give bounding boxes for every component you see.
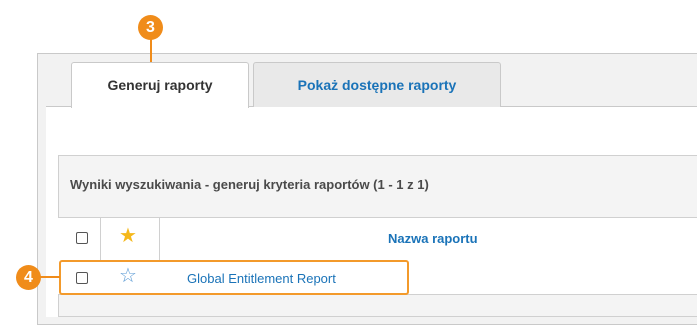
- select-all-checkbox[interactable]: [76, 232, 88, 244]
- table-header: [58, 217, 697, 262]
- tab-generate-reports[interactable]: Generuj raporty: [71, 62, 249, 108]
- results-title: Wyniki wyszukiwania - generuj kryteria r…: [70, 177, 429, 192]
- column-header-report-name[interactable]: Nazwa raportu: [388, 231, 478, 246]
- callout-badge-4: 4: [16, 265, 41, 290]
- row-highlight: [59, 260, 409, 295]
- tab-show-available-reports-label: Pokaż dostępne raporty: [297, 77, 457, 93]
- tab-generate-reports-label: Generuj raporty: [107, 77, 213, 93]
- callout-line: [40, 276, 60, 278]
- tab-show-available-reports[interactable]: Pokaż dostępne raporty: [253, 62, 501, 107]
- callout-badge-3: 3: [138, 15, 163, 40]
- favorite-filter-star-icon[interactable]: ★: [119, 226, 137, 246]
